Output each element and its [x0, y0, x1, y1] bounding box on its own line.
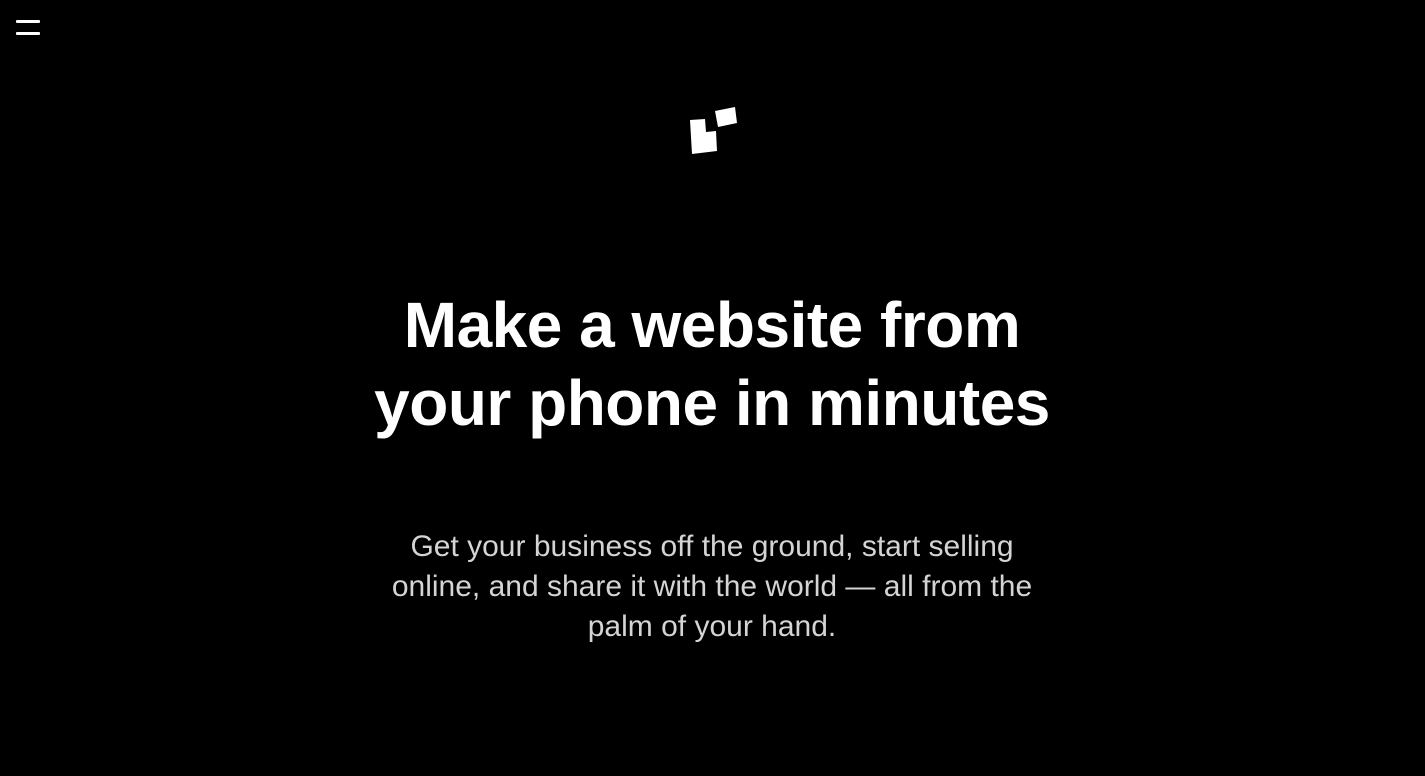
hero-title-line: your phone in minutes	[374, 367, 1050, 439]
hero-title: Make a website from your phone in minute…	[312, 286, 1112, 442]
hero-title-line: Make a website from	[403, 289, 1021, 361]
hero-subtitle-line: Get your business off the ground, start …	[410, 530, 1014, 563]
brand-logo[interactable]	[690, 106, 738, 156]
hero-subtitle-line: palm of your hand.	[587, 610, 837, 643]
menu-button[interactable]	[14, 18, 42, 40]
hero-subtitle-line: online, and share it with the world — al…	[391, 570, 1033, 603]
logo-mark-icon	[690, 107, 737, 154]
hero-subtitle: Get your business off the ground, start …	[352, 527, 1072, 647]
hamburger-menu-icon-bar	[16, 32, 40, 35]
hamburger-menu-icon	[16, 20, 40, 23]
